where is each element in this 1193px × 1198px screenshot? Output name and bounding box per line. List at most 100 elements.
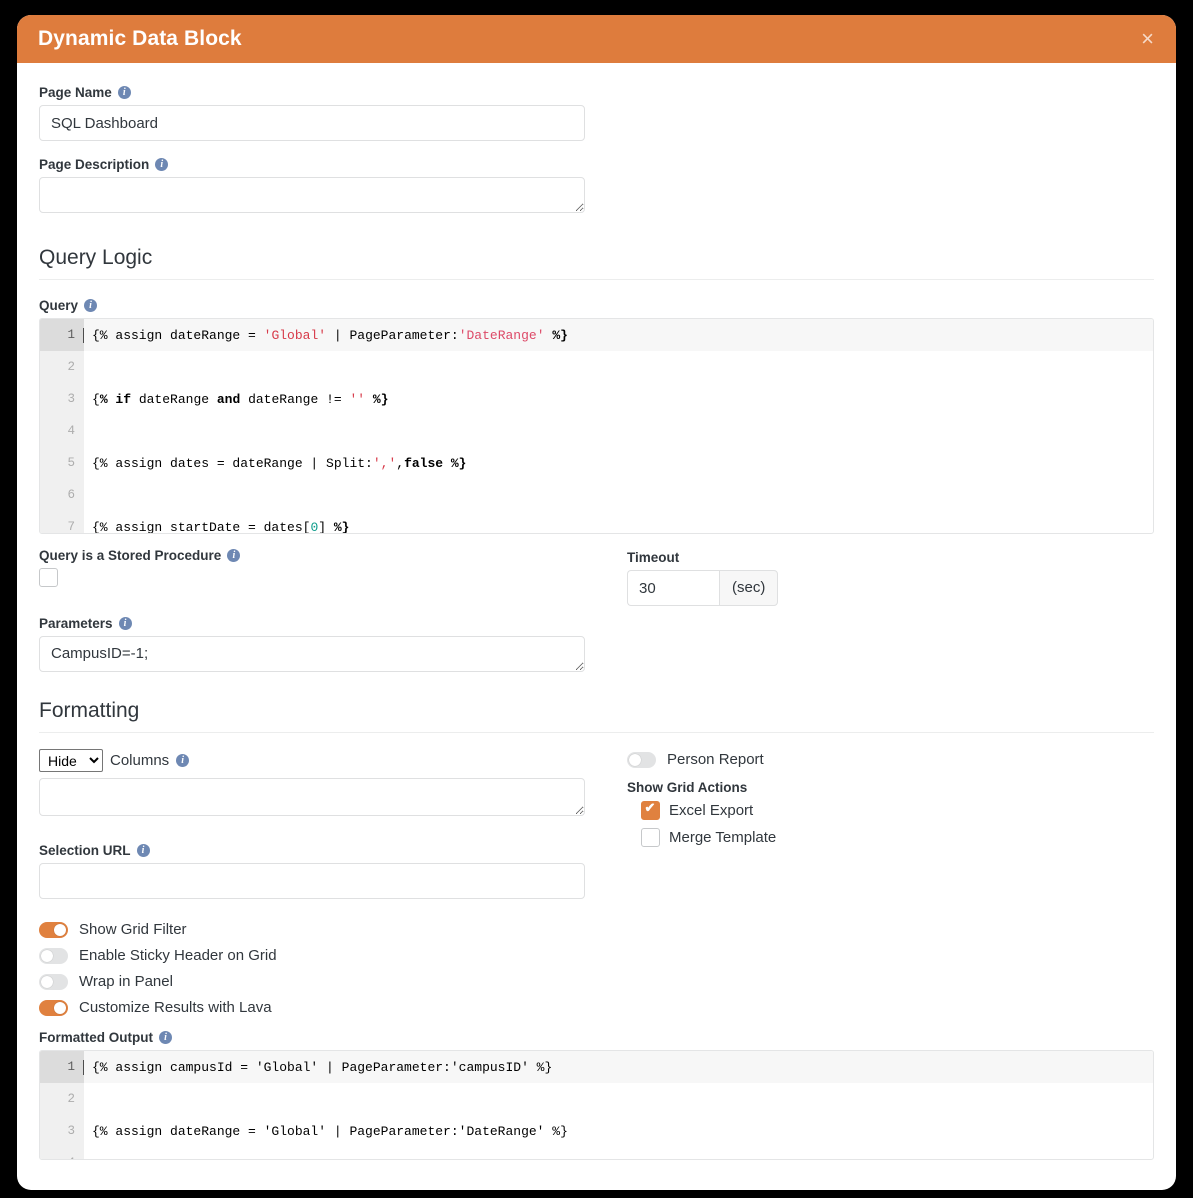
info-icon[interactable]: i	[176, 754, 190, 767]
info-icon[interactable]: i	[155, 158, 169, 171]
code-line[interactable]: 2	[40, 1083, 1153, 1115]
line-number: 2	[40, 351, 84, 383]
page-name-label: Page Name i	[39, 85, 1154, 100]
modal-dialog: Dynamic Data Block × Page Name i Page De…	[17, 15, 1176, 1190]
query-code-editor[interactable]: 1 {% assign dateRange = 'Global' | PagePa…	[39, 318, 1154, 534]
code-line[interactable]: 2	[40, 351, 1153, 383]
parameters-label: Parameters i	[39, 616, 599, 631]
formatting-toggle[interactable]	[39, 947, 68, 964]
page-description-textarea[interactable]	[39, 177, 585, 213]
person-report-row: Person Report	[627, 751, 1154, 768]
screen-background: Dynamic Data Block × Page Name i Page De…	[0, 0, 1193, 1198]
line-number: 7	[40, 511, 84, 533]
line-number: 6	[40, 479, 84, 511]
code-line-text	[84, 424, 1153, 439]
grid-action-checkbox[interactable]	[641, 800, 660, 820]
query-label: Query i	[39, 298, 1154, 313]
page-description-label: Page Description i	[39, 157, 1154, 172]
timeout-label-text: Timeout	[627, 550, 680, 565]
formatting-toggle-row[interactable]: Wrap in Panel	[39, 973, 1154, 990]
query-field: Query i 1 {% assign dateRange = 'Global' …	[39, 298, 1154, 534]
formatting-toggle-row[interactable]: Customize Results with Lava	[39, 999, 1154, 1016]
columns-textarea[interactable]	[39, 778, 585, 816]
line-number: 4	[40, 1147, 84, 1159]
code-line-text: {% assign dates = dateRange | Split:',',…	[92, 455, 467, 471]
code-line-text: {% assign campusId = 'Global' | PagePara…	[83, 1059, 1153, 1075]
columns-label: Columns	[110, 752, 170, 769]
timeout-unit-label: (sec)	[719, 570, 779, 606]
code-line-text	[84, 488, 1153, 503]
page-name-label-text: Page Name	[39, 85, 112, 100]
grid-action-row[interactable]: Merge Template	[641, 828, 1154, 847]
person-report-toggle[interactable]	[627, 751, 656, 768]
code-line-text	[84, 1156, 1153, 1160]
formatting-toggle-list: Show Grid Filter Enable Sticky Header on …	[39, 921, 1154, 1016]
show-grid-actions-list: Excel Export Merge Template	[627, 800, 1154, 847]
parameters-label-text: Parameters	[39, 616, 113, 631]
page-description-label-text: Page Description	[39, 157, 150, 172]
formatting-toggle-label: Customize Results with Lava	[79, 999, 272, 1016]
page-description-field: Page Description i	[39, 157, 1154, 218]
code-line[interactable]: 4	[40, 415, 1153, 447]
formatting-toggle[interactable]	[39, 921, 68, 938]
page-name-input[interactable]	[39, 105, 585, 141]
code-line[interactable]: 5 {% assign dates = dateRange | Split:','…	[40, 447, 1153, 479]
formatting-toggle-row[interactable]: Enable Sticky Header on Grid	[39, 947, 1154, 964]
code-line-text: {% assign dateRange = 'Global' | PagePar…	[92, 1123, 568, 1139]
modal-header: Dynamic Data Block ×	[17, 15, 1176, 63]
formatting-toggle-label: Show Grid Filter	[79, 921, 187, 938]
page-title: Dynamic Data Block	[38, 27, 242, 50]
code-line-text: {% if dateRange and dateRange != '' %}	[92, 391, 389, 407]
selection-url-input[interactable]	[39, 863, 585, 899]
info-icon[interactable]: i	[136, 844, 150, 857]
code-line[interactable]: 3 {% if dateRange and dateRange != '' %}	[40, 383, 1153, 415]
stored-procedure-label-text: Query is a Stored Procedure	[39, 548, 222, 563]
info-icon[interactable]: i	[159, 1031, 172, 1044]
code-line[interactable]: 1 {% assign campusId = 'Global' | PagePar…	[40, 1051, 1153, 1083]
timeout-label: Timeout	[627, 550, 1154, 565]
line-number: 5	[40, 447, 84, 479]
modal-body: Page Name i Page Description i Query Log…	[17, 63, 1176, 1190]
timeout-group: (sec)	[627, 570, 781, 606]
timeout-input[interactable]	[627, 570, 719, 606]
line-number: 4	[40, 415, 84, 447]
grid-action-checkbox[interactable]	[641, 828, 660, 847]
code-line[interactable]: 3 {% assign dateRange = 'Global' | PagePa…	[40, 1115, 1153, 1147]
formatted-output-label-text: Formatted Output	[39, 1030, 153, 1045]
code-line[interactable]: 7 {% assign startDate = dates[0] %}	[40, 511, 1153, 534]
code-line-text: {% assign dateRange = 'Global' | PagePar…	[83, 327, 1153, 343]
formatted-output-code-editor[interactable]: 1 {% assign campusId = 'Global' | PagePar…	[39, 1050, 1154, 1160]
formatting-toggle[interactable]	[39, 999, 68, 1016]
grid-action-label: Excel Export	[669, 802, 754, 819]
info-icon[interactable]: i	[227, 549, 241, 562]
line-number: 3	[40, 1115, 84, 1147]
code-line-text	[84, 360, 1153, 375]
formatting-toggle-label: Wrap in Panel	[79, 973, 173, 990]
code-line[interactable]: 6	[40, 479, 1153, 511]
info-icon[interactable]: i	[117, 86, 131, 99]
grid-action-row[interactable]: Excel Export	[641, 800, 1154, 820]
info-icon[interactable]: i	[118, 617, 132, 630]
code-line[interactable]: 4	[40, 1147, 1153, 1160]
code-line[interactable]: 1 {% assign dateRange = 'Global' | PagePa…	[40, 319, 1153, 351]
columns-visibility-select[interactable]: HideShow	[39, 749, 103, 772]
stored-procedure-checkbox[interactable]	[39, 568, 58, 587]
line-number: 2	[40, 1083, 84, 1115]
line-number: 1	[40, 319, 84, 351]
formatting-toggle[interactable]	[39, 973, 68, 990]
selection-url-label-text: Selection URL	[39, 843, 131, 858]
formatted-output-field: Formatted Output i 1 {% assign campusId =…	[39, 1030, 1154, 1160]
close-icon[interactable]: ×	[1137, 26, 1158, 52]
selection-url-label: Selection URL i	[39, 843, 599, 858]
line-number: 3	[40, 383, 84, 415]
code-line-text	[84, 1092, 1153, 1107]
code-line-text: {% assign startDate = dates[0] %}	[92, 519, 350, 534]
section-heading-query-logic: Query Logic	[39, 246, 1154, 280]
line-number: 1	[40, 1051, 84, 1083]
parameters-textarea[interactable]: CampusID=-1;	[39, 636, 585, 672]
formatting-toggle-row[interactable]: Show Grid Filter	[39, 921, 1154, 938]
info-icon[interactable]: i	[84, 299, 98, 312]
person-report-label: Person Report	[667, 751, 764, 768]
grid-action-label: Merge Template	[669, 829, 777, 846]
formatted-output-label: Formatted Output i	[39, 1030, 1154, 1045]
